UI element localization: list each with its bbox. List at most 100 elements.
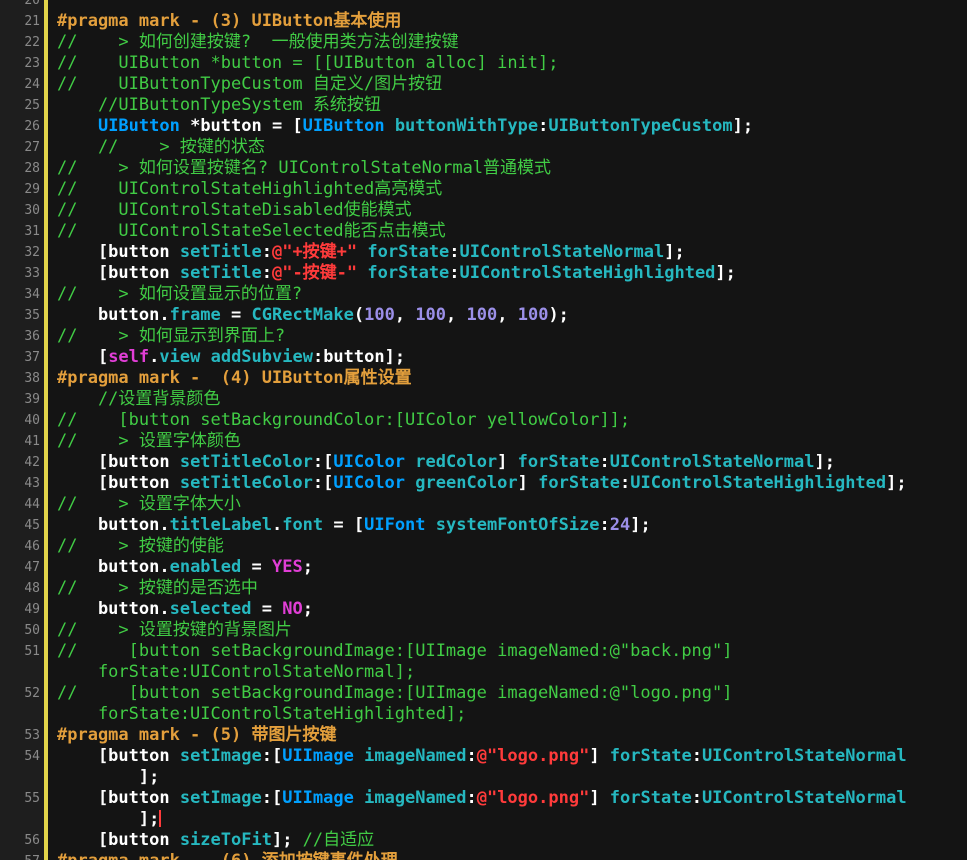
code-text[interactable]: button.titleLabel.font = [UIFont systemF…	[57, 515, 963, 536]
code-line[interactable]: 42 [button setTitleColor:[UIColor redCol…	[0, 452, 967, 473]
code-text[interactable]: // [button setBackgroundImage:[UIImage i…	[57, 683, 963, 704]
code-token-plain: button.	[57, 557, 170, 577]
code-line[interactable]: 31 // UIControlStateSelected能否点击模式	[0, 221, 967, 242]
code-line[interactable]: 39 //设置背景颜色	[0, 389, 967, 410]
code-line[interactable]: 25 //UIButtonTypeSystem 系统按钮	[0, 95, 967, 116]
code-text[interactable]: #pragma mark - (5) 带图片按键	[57, 725, 963, 746]
code-line[interactable]: 29 // UIControlStateHighlighted高亮模式	[0, 179, 967, 200]
code-text[interactable]: button.frame = CGRectMake(100, 100, 100,…	[57, 305, 963, 326]
code-text[interactable]: ];	[57, 809, 963, 830]
code-token-pragma: #pragma mark - (6) 添加按键事件处理	[57, 851, 398, 860]
code-line[interactable]: 32 [button setTitle:@"+按键+" forState:UIC…	[0, 242, 967, 263]
code-line[interactable]: 34 // > 如何设置显示的位置?	[0, 284, 967, 305]
code-token-plain: ];	[664, 242, 685, 262]
code-text[interactable]: [button setImage:[UIImage imageNamed:@"l…	[57, 746, 963, 767]
code-line[interactable]: forState:UIControlStateNormal];	[0, 662, 967, 683]
code-text[interactable]: // > 按键的使能	[57, 536, 963, 557]
code-text[interactable]: [button sizeToFit]; //自适应	[57, 830, 963, 851]
code-line[interactable]: ];	[0, 767, 967, 788]
code-line[interactable]: 44 // > 设置字体大小	[0, 494, 967, 515]
code-text[interactable]: // > 设置按键的背景图片	[57, 620, 963, 641]
code-text[interactable]: // [button setBackgroundImage:[UIImage i…	[57, 641, 963, 662]
code-editor[interactable]: 20 21 #pragma mark - (3) UIButton基本使用 22 // …	[0, 0, 967, 860]
code-text[interactable]: // UIButtonTypeCustom 自定义/图片按钮	[57, 74, 963, 95]
line-number: 23	[24, 56, 40, 71]
code-text[interactable]: // > 设置字体大小	[57, 494, 963, 515]
code-text[interactable]: // > 设置字体颜色	[57, 431, 963, 452]
code-line[interactable]: 43 [button setTitleColor:[UIColor greenC…	[0, 473, 967, 494]
code-text[interactable]: // > 如何设置按键名? UIControlStateNormal普通模式	[57, 158, 963, 179]
code-text[interactable]: //设置背景颜色	[57, 389, 963, 410]
code-text[interactable]: forState:UIControlStateHighlighted];	[57, 704, 963, 725]
code-text[interactable]: // UIControlStateDisabled使能模式	[57, 200, 963, 221]
code-text[interactable]: #pragma mark - (6) 添加按键事件处理	[57, 851, 963, 860]
code-line[interactable]: 55 [button setImage:[UIImage imageNamed:…	[0, 788, 967, 809]
code-text[interactable]: // UIControlStateSelected能否点击模式	[57, 221, 963, 242]
code-text[interactable]: [button setTitle:@"-按键-" forState:UICont…	[57, 263, 963, 284]
code-line[interactable]: 22 // > 如何创建按键? 一般使用类方法创建按键	[0, 32, 967, 53]
code-text[interactable]: button.selected = NO;	[57, 599, 963, 620]
code-line[interactable]: 51 // [button setBackgroundImage:[UIImage…	[0, 641, 967, 662]
code-line[interactable]: 54 [button setImage:[UIImage imageNamed:…	[0, 746, 967, 767]
code-token-plain: [	[57, 347, 109, 367]
code-line[interactable]: ];	[0, 809, 967, 830]
code-token-plain: ,	[446, 305, 467, 325]
code-line[interactable]: 35 button.frame = CGRectMake(100, 100, 1…	[0, 305, 967, 326]
code-line[interactable]: 33 [button setTitle:@"-按键-" forState:UIC…	[0, 263, 967, 284]
code-text[interactable]: [button setTitleColor:[UIColor redColor]…	[57, 452, 963, 473]
code-text[interactable]: forState:UIControlStateNormal];	[57, 662, 963, 683]
code-token-cmt: // > 如何显示到界面上?	[57, 326, 286, 346]
code-token-cmt: // [button setBackgroundImage:[UIImage i…	[57, 641, 733, 661]
code-token-cmt: // UIButtonTypeCustom 自定义/图片按钮	[57, 74, 443, 94]
code-text[interactable]: // > 按键的状态	[57, 137, 963, 158]
code-line[interactable]: 27 // > 按键的状态	[0, 137, 967, 158]
code-text[interactable]: // > 如何显示到界面上?	[57, 326, 963, 347]
code-text[interactable]: UIButton *button = [UIButton buttonWithT…	[57, 116, 963, 137]
line-number: 41	[24, 434, 40, 449]
code-line[interactable]: 41 // > 设置字体颜色	[0, 431, 967, 452]
code-line[interactable]: 45 button.titleLabel.font = [UIFont syst…	[0, 515, 967, 536]
code-text[interactable]: [self.view addSubview:button];	[57, 347, 963, 368]
code-line[interactable]: 21 #pragma mark - (3) UIButton基本使用	[0, 11, 967, 32]
code-text[interactable]: //UIButtonTypeSystem 系统按钮	[57, 95, 963, 116]
code-token-plain: :	[466, 746, 477, 766]
code-text[interactable]: #pragma mark - (4) UIButton属性设置	[57, 368, 963, 389]
code-text[interactable]: [button setImage:[UIImage imageNamed:@"l…	[57, 788, 963, 809]
code-line[interactable]: 47 button.enabled = YES;	[0, 557, 967, 578]
code-text[interactable]: [button setTitleColor:[UIColor greenColo…	[57, 473, 963, 494]
code-text[interactable]: // UIButton *button = [[UIButton alloc] …	[57, 53, 963, 74]
code-text[interactable]: button.enabled = YES;	[57, 557, 963, 578]
code-line[interactable]: 28 // > 如何设置按键名? UIControlStateNormal普通模式	[0, 158, 967, 179]
code-line[interactable]: 53 #pragma mark - (5) 带图片按键	[0, 725, 967, 746]
code-line[interactable]: 49 button.selected = NO;	[0, 599, 967, 620]
code-token-plain: ];	[715, 263, 736, 283]
code-line[interactable]: 46 // > 按键的使能	[0, 536, 967, 557]
code-token-method: greenColor	[415, 473, 518, 493]
code-line[interactable]: 37 [self.view addSubview:button];	[0, 347, 967, 368]
code-line[interactable]: forState:UIControlStateHighlighted];	[0, 704, 967, 725]
code-line[interactable]: 23 // UIButton *button = [[UIButton alloc…	[0, 53, 967, 74]
code-token-plain: .	[271, 515, 283, 535]
code-line[interactable]: 50 // > 设置按键的背景图片	[0, 620, 967, 641]
code-line[interactable]: 20	[0, 0, 967, 11]
code-token-plain: :	[691, 788, 702, 808]
code-text[interactable]: [button setTitle:@"+按键+" forState:UICont…	[57, 242, 963, 263]
code-text[interactable]: // UIControlStateHighlighted高亮模式	[57, 179, 963, 200]
code-line[interactable]: 26 UIButton *button = [UIButton buttonWi…	[0, 116, 967, 137]
code-line[interactable]: 36 // > 如何显示到界面上?	[0, 326, 967, 347]
code-line[interactable]: 57 #pragma mark - (6) 添加按键事件处理	[0, 851, 967, 860]
code-token-plain: :[	[261, 788, 283, 808]
code-line[interactable]: 38 #pragma mark - (4) UIButton属性设置	[0, 368, 967, 389]
code-text[interactable]: // > 如何设置显示的位置?	[57, 284, 963, 305]
code-text[interactable]: ];	[57, 767, 963, 788]
code-text[interactable]: // > 如何创建按键? 一般使用类方法创建按键	[57, 32, 963, 53]
code-line[interactable]: 52 // [button setBackgroundImage:[UIImage…	[0, 683, 967, 704]
code-line[interactable]: 24 // UIButtonTypeCustom 自定义/图片按钮	[0, 74, 967, 95]
code-line[interactable]: 56 [button sizeToFit]; //自适应	[0, 830, 967, 851]
code-line[interactable]: 30 // UIControlStateDisabled使能模式	[0, 200, 967, 221]
code-line[interactable]: 48 // > 按键的是否选中	[0, 578, 967, 599]
code-line[interactable]: 40 // [button setBackgroundColor:[UIColor…	[0, 410, 967, 431]
code-text[interactable]: // > 按键的是否选中	[57, 578, 963, 599]
code-text[interactable]: // [button setBackgroundColor:[UIColor y…	[57, 410, 963, 431]
code-text[interactable]: #pragma mark - (3) UIButton基本使用	[57, 11, 963, 32]
